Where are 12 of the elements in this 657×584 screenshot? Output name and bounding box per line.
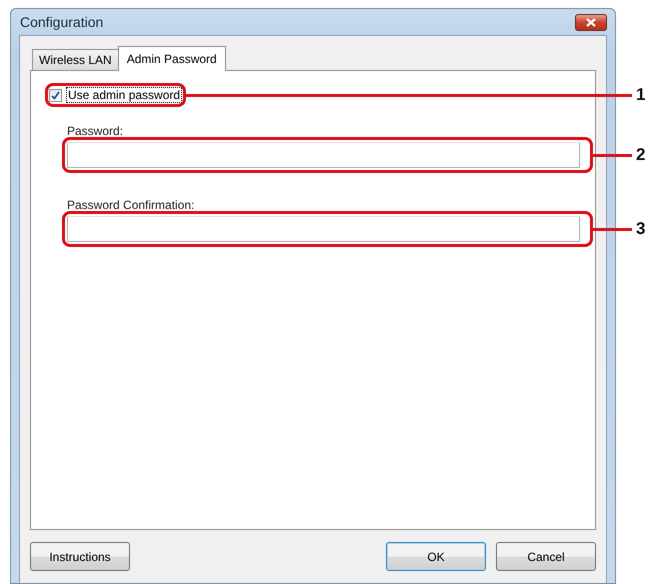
tab[interactable]: Admin Password [118, 46, 226, 71]
instructions-button[interactable]: Instructions [30, 542, 130, 571]
field-label: Password Confirmation: [67, 198, 196, 212]
checkbox-label: Use admin password [66, 87, 182, 103]
callout-number: 1 [636, 85, 646, 105]
field-label: Password: [67, 124, 124, 138]
cancel-button[interactable]: Cancel [496, 542, 596, 571]
ok-button[interactable]: OK [386, 542, 486, 571]
tab[interactable]: Wireless LAN [32, 49, 119, 70]
window-title: Configuration [19, 14, 104, 30]
callout-number: 2 [636, 145, 646, 165]
callout-number: 3 [636, 219, 646, 239]
